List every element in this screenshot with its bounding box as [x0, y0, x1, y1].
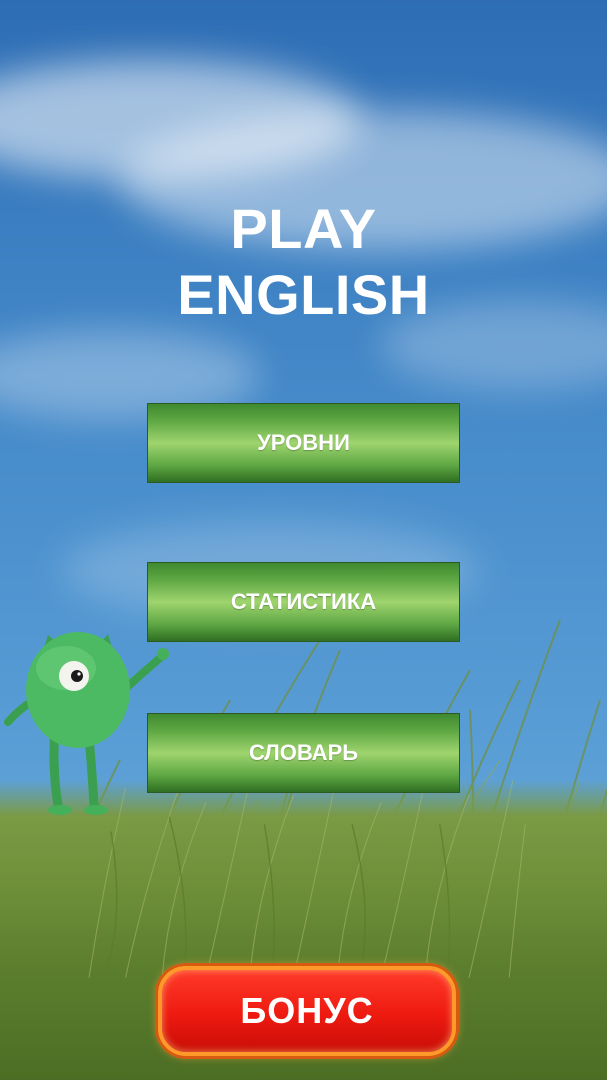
title-line-1: PLAY: [230, 197, 377, 260]
dictionary-button-label: СЛОВАРЬ: [248, 740, 359, 765]
levels-button[interactable]: УРОВНИ: [147, 403, 460, 483]
title-line-2: ENGLISH: [177, 263, 430, 326]
levels-button-label: УРОВНИ: [257, 430, 350, 455]
bonus-button-label: БОНУС: [240, 990, 374, 1031]
bonus-button[interactable]: БОНУС: [158, 966, 456, 1056]
game-menu-screen: PLAY ENGLISH УРОВНИ СТАТИСТИКА СЛОВАРЬ Б…: [0, 0, 607, 1080]
statistics-button[interactable]: СТАТИСТИКА: [147, 562, 460, 642]
statistics-button-label: СТАТИСТИКА: [230, 589, 377, 614]
game-title: PLAY ENGLISH: [0, 196, 607, 328]
dictionary-button[interactable]: СЛОВАРЬ: [147, 713, 460, 793]
